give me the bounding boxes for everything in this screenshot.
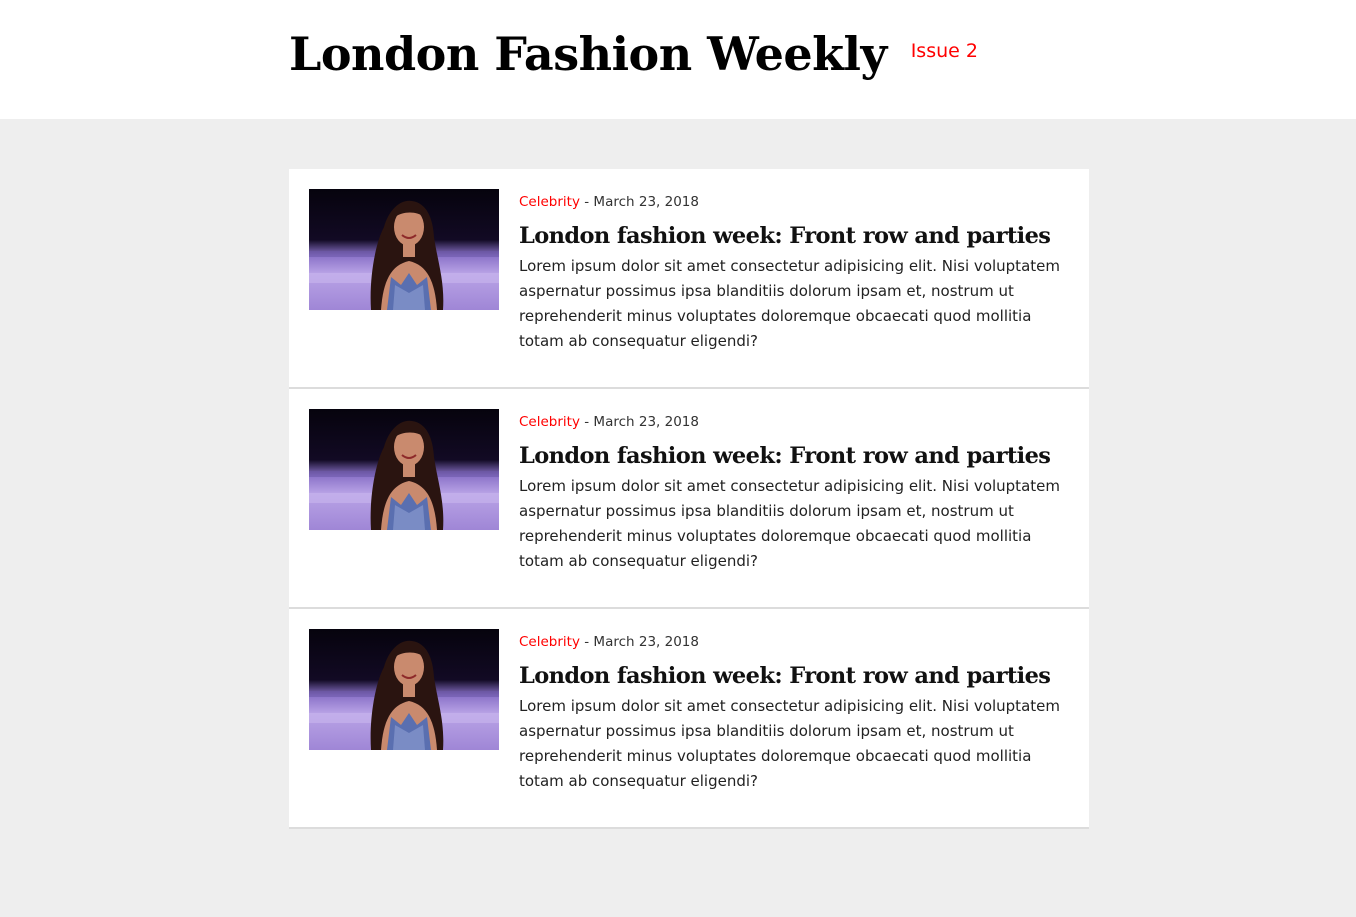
article-date: March 23, 2018 <box>593 194 699 210</box>
article-excerpt: Lorem ipsum dolor sit amet consectetur a… <box>519 697 1060 790</box>
category-link[interactable]: Celebrity <box>519 414 580 430</box>
masthead-inner: London Fashion Weekly Issue 2 <box>289 26 978 82</box>
celebrity-photo-image <box>309 629 499 750</box>
article-thumbnail[interactable] <box>309 629 499 750</box>
article-headline[interactable]: London fashion week: Front row and parti… <box>519 661 1079 691</box>
article-meta: Celebrity - March 23, 2018 <box>519 413 1079 431</box>
article-body: Celebrity - March 23, 2018 London fashio… <box>519 413 1079 574</box>
article-card[interactable]: Celebrity - March 23, 2018 London fashio… <box>289 169 1089 389</box>
article-excerpt: Lorem ipsum dolor sit amet consectetur a… <box>519 257 1060 350</box>
article-body: Celebrity - March 23, 2018 London fashio… <box>519 193 1079 354</box>
article-card[interactable]: Celebrity - March 23, 2018 London fashio… <box>289 609 1089 829</box>
celebrity-photo-image <box>309 189 499 310</box>
article-date: March 23, 2018 <box>593 414 699 430</box>
issue-label[interactable]: Issue 2 <box>911 40 978 62</box>
masthead: London Fashion Weekly Issue 2 <box>0 0 1356 119</box>
site-title[interactable]: London Fashion Weekly <box>289 26 887 82</box>
article-headline[interactable]: London fashion week: Front row and parti… <box>519 221 1079 251</box>
article-excerpt: Lorem ipsum dolor sit amet consectetur a… <box>519 477 1060 570</box>
meta-separator: - <box>579 634 594 650</box>
article-meta: Celebrity - March 23, 2018 <box>519 193 1079 211</box>
article-thumbnail[interactable] <box>309 189 499 310</box>
article-date: March 23, 2018 <box>593 634 699 650</box>
category-link[interactable]: Celebrity <box>519 194 580 210</box>
article-meta: Celebrity - March 23, 2018 <box>519 633 1079 651</box>
article-headline[interactable]: London fashion week: Front row and parti… <box>519 441 1079 471</box>
article-thumbnail[interactable] <box>309 409 499 530</box>
celebrity-photo-image <box>309 409 499 530</box>
meta-separator: - <box>579 194 594 210</box>
category-link[interactable]: Celebrity <box>519 634 580 650</box>
meta-separator: - <box>579 414 594 430</box>
article-feed: Celebrity - March 23, 2018 London fashio… <box>289 169 1089 829</box>
article-card[interactable]: Celebrity - March 23, 2018 London fashio… <box>289 389 1089 609</box>
article-body: Celebrity - March 23, 2018 London fashio… <box>519 633 1079 794</box>
